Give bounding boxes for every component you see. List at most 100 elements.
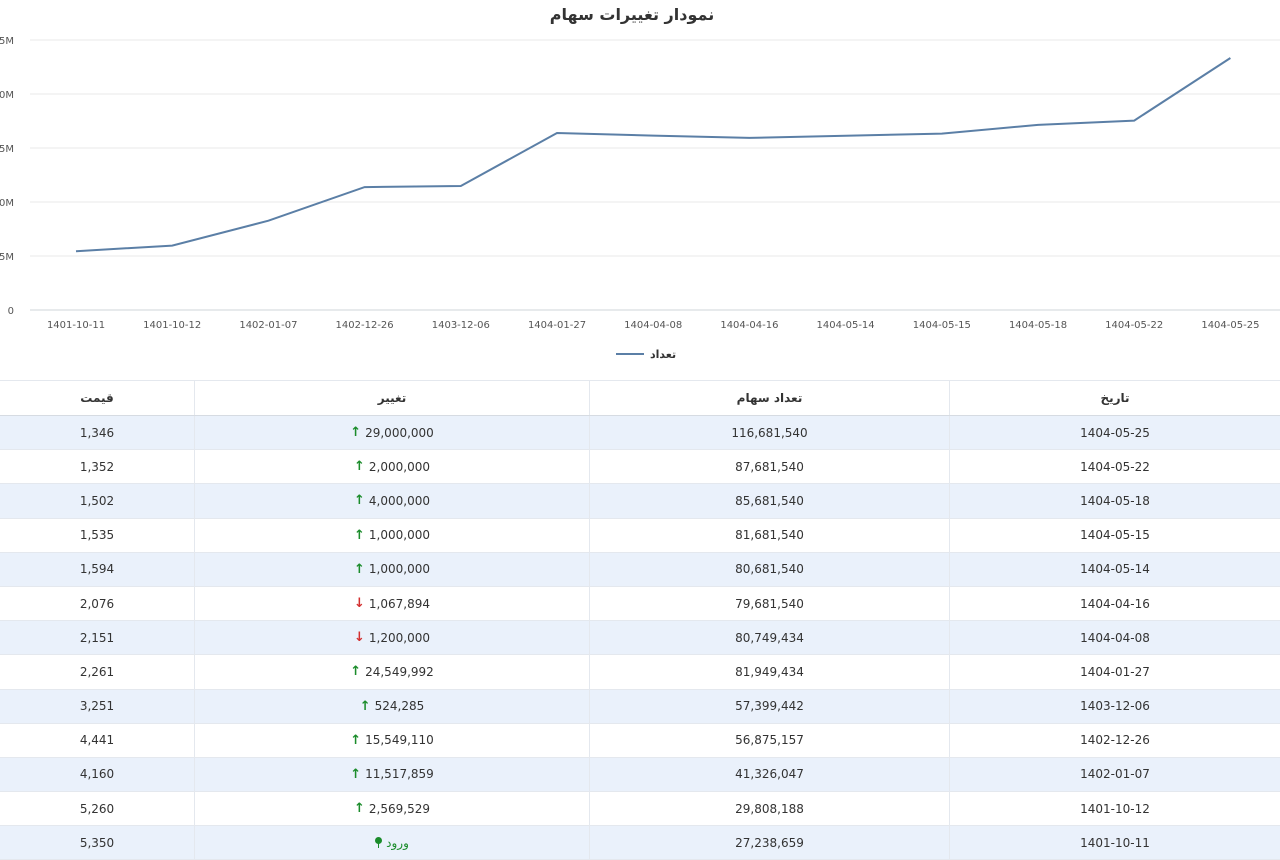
y-tick-label: 5M — [0, 252, 14, 263]
shares-cell: 29,808,188 — [590, 792, 950, 826]
change-value: 1,067,894 — [368, 596, 430, 611]
arrow-down-icon: ↓ — [354, 596, 365, 612]
y-tick-label: 0 — [8, 306, 14, 317]
change-cell: ورود — [195, 826, 590, 860]
data-point[interactable] — [265, 218, 271, 224]
x-tick-label: 1404-05-15 — [913, 320, 971, 331]
change-cell: ↑ 1,000,000 — [195, 518, 590, 552]
date-cell: 1401-10-11 — [1080, 835, 1150, 850]
x-tick-label: 1404-04-08 — [624, 320, 682, 331]
series-line[interactable] — [75, 57, 1231, 253]
share-changes-table: تاریخ تعداد سهام تغییر قیمت 1404-05-25 11… — [0, 380, 1280, 860]
x-tick-label: 1402-12-26 — [336, 320, 394, 331]
change-value: 11,517,859 — [365, 767, 434, 782]
x-axis-ticks: 1401-10-11 1401-10-12 1402-01-07 1402-12-26… — [47, 320, 1260, 331]
table-row: 1404-01-27 81,949,434 ↑ 24,549,992 2,261 — [0, 655, 1280, 690]
table-row: 1404-05-22 87,681,540 ↑ 2,000,000 1,352 — [0, 450, 1280, 485]
change-value: 4,000,000 — [368, 493, 430, 508]
table-row: 1401-10-12 29,808,188 ↑ 2,569,529 5,260 — [0, 792, 1280, 827]
date-cell: 1404-04-08 — [1080, 630, 1150, 645]
table-row: 1402-12-26 56,875,157 ↑ 15,549,110 4,441 — [0, 723, 1280, 758]
shares-cell: 79,681,540 — [590, 586, 950, 621]
change-cell: ↑ 24,549,992 — [195, 655, 590, 689]
header-price[interactable]: قیمت — [0, 381, 195, 415]
shares-cell: 87,681,540 — [590, 450, 950, 484]
table-row: 1404-04-08 80,749,434 ↓ 1,200,000 2,151 — [0, 621, 1280, 656]
data-point[interactable] — [1035, 122, 1041, 128]
arrow-up-icon: ↑ — [350, 425, 362, 441]
data-point[interactable] — [746, 135, 752, 141]
data-point[interactable] — [843, 133, 849, 139]
data-point[interactable] — [458, 183, 464, 189]
table-row: 1404-05-14 80,681,540 ↑ 1,000,000 1,594 — [0, 552, 1280, 587]
table-row: 1402-01-07 41,326,047 ↑ 11,517,859 4,160 — [0, 757, 1280, 793]
shares-cell: 41,326,047 — [590, 757, 950, 792]
date-cell: 1404-05-22 — [1080, 459, 1150, 474]
date-cell: 1404-05-14 — [1080, 562, 1150, 577]
entry-pin-icon — [375, 837, 383, 849]
x-tick-label: 1401-10-12 — [143, 320, 201, 331]
table-row: 1404-05-25 116,681,540 ↑ 29,000,000 1,346 — [0, 416, 1280, 451]
price-cell: 1,502 — [0, 484, 195, 518]
date-cell: 1404-01-27 — [1080, 664, 1150, 679]
price-cell: 1,352 — [0, 450, 195, 484]
change-cell: ↑ 1,000,000 — [195, 552, 590, 586]
change-cell: ↑ 2,000,000 — [195, 450, 590, 484]
change-value: ورود — [386, 835, 409, 850]
data-point[interactable] — [169, 243, 175, 249]
data-point[interactable] — [1131, 118, 1137, 124]
x-tick-label: 1402-01-07 — [239, 320, 297, 331]
shares-cell: 80,749,434 — [590, 621, 950, 655]
header-change[interactable]: تغییر — [195, 381, 590, 415]
header-date[interactable]: تاریخ — [950, 381, 1280, 415]
table-row: 1401-10-11 27,238,659 ورود 5,350 — [0, 826, 1280, 860]
arrow-up-icon: ↑ — [354, 801, 365, 817]
arrow-up-icon: ↑ — [350, 664, 362, 680]
y-tick-label: 0M — [0, 90, 14, 101]
shares-cell: 85,681,540 — [590, 484, 950, 518]
arrow-down-icon: ↓ — [354, 630, 365, 646]
arrow-up-icon: ↑ — [354, 527, 365, 543]
change-cell: ↑ 11,517,859 — [195, 757, 590, 792]
change-value: 24,549,992 — [365, 664, 434, 679]
price-cell: 1,535 — [0, 518, 195, 552]
price-cell: 2,076 — [0, 586, 195, 621]
change-value: 524,285 — [374, 699, 425, 714]
data-point[interactable] — [939, 131, 945, 137]
table-header: تاریخ تعداد سهام تغییر قیمت — [0, 380, 1280, 416]
data-point[interactable] — [650, 133, 656, 139]
change-value: 2,569,529 — [368, 801, 430, 816]
table-row: 1404-04-16 79,681,540 ↓ 1,067,894 2,076 — [0, 586, 1280, 622]
header-shares[interactable]: تعداد سهام — [590, 381, 950, 415]
price-cell: 1,594 — [0, 552, 195, 586]
data-point[interactable] — [1227, 55, 1233, 61]
shares-cell: 81,949,434 — [590, 655, 950, 689]
shares-cell: 27,238,659 — [590, 826, 950, 860]
change-value: 29,000,000 — [365, 425, 434, 440]
data-point[interactable] — [554, 130, 560, 136]
arrow-up-icon: ↑ — [354, 493, 365, 509]
table-row: 1404-05-18 85,681,540 ↑ 4,000,000 1,502 — [0, 484, 1280, 519]
price-cell: 2,151 — [0, 621, 195, 655]
change-value: 15,549,110 — [365, 733, 434, 748]
x-tick-label: 1404-04-16 — [720, 320, 778, 331]
chart-title: نمودار تغییرات سهام — [550, 5, 714, 24]
data-point[interactable] — [73, 248, 79, 254]
date-cell: 1404-04-16 — [1080, 596, 1150, 611]
table-row: 1404-05-15 81,681,540 ↑ 1,000,000 1,535 — [0, 518, 1280, 553]
data-point[interactable] — [362, 184, 368, 190]
change-cell: ↑ 4,000,000 — [195, 484, 590, 518]
arrow-up-icon: ↑ — [350, 732, 362, 748]
y-tick-label: 0M — [0, 198, 14, 209]
change-cell: ↓ 1,200,000 — [195, 621, 590, 655]
change-cell: ↑ 524,285 — [195, 689, 590, 723]
shares-cell: 80,681,540 — [590, 552, 950, 586]
change-cell: ↑ 2,569,529 — [195, 792, 590, 826]
x-tick-label: 1403-12-06 — [432, 320, 490, 331]
table-body: 1404-05-25 116,681,540 ↑ 29,000,000 1,346 140… — [0, 416, 1280, 860]
chart-legend[interactable]: تعداد — [616, 348, 676, 361]
share-changes-chart: نمودار تغییرات سهام 0 5M 0M 5M 0M 5M 1401-10-… — [0, 5, 1280, 361]
shares-cell: 81,681,540 — [590, 518, 950, 552]
date-cell: 1402-01-07 — [1080, 767, 1150, 782]
x-tick-label: 1404-05-14 — [817, 320, 875, 331]
